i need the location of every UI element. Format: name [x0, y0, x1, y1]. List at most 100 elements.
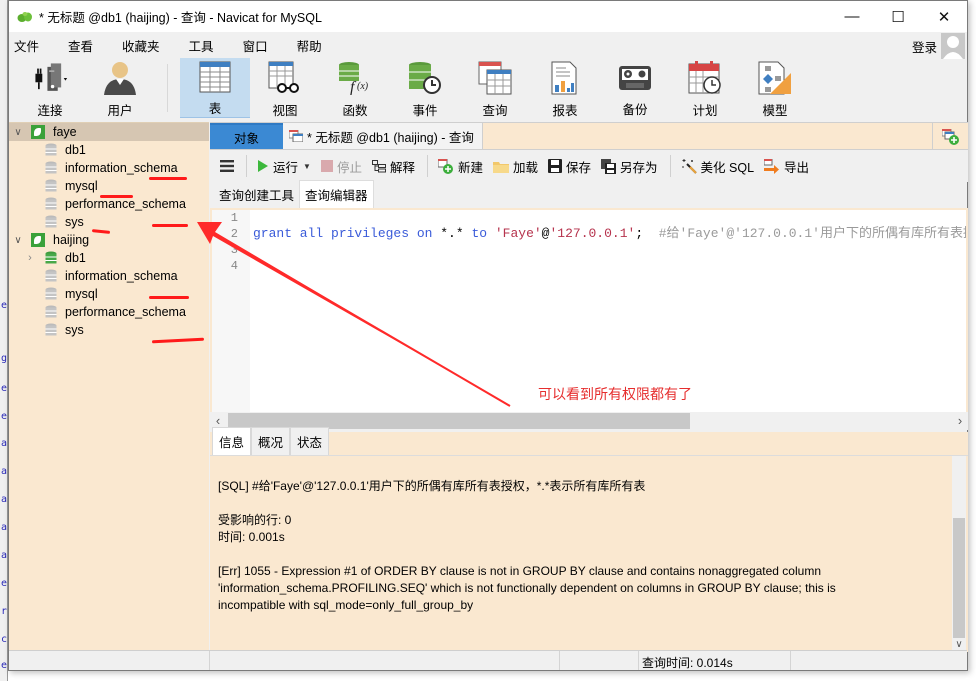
menu-window[interactable]: 窗口	[237, 36, 281, 55]
chevron-right-icon[interactable]: ›	[23, 252, 37, 264]
connection-name: haijing	[53, 233, 90, 247]
user-button[interactable]: 用户	[85, 58, 155, 118]
toolbar-separator	[426, 155, 428, 177]
run-button[interactable]: 运行 ▼	[257, 157, 311, 176]
scroll-left-icon[interactable]: ‹	[211, 413, 225, 428]
new-query-icon	[941, 128, 959, 145]
code-area[interactable]: grant all privileges on *.* to 'Faye'@'1…	[253, 210, 966, 274]
save-button[interactable]: 保存	[548, 157, 591, 176]
menu-file[interactable]: 文件	[9, 36, 52, 55]
message-error: [Err] 1055 - Expression #1 of ORDER BY c…	[218, 564, 821, 578]
table-button[interactable]: 表	[180, 58, 250, 118]
table-icon	[199, 61, 231, 93]
sql-keyword: to	[463, 226, 495, 241]
tab-query[interactable]: * 无标题 @db1 (haijing) - 查询	[283, 123, 483, 149]
explain-button[interactable]: 解释	[371, 157, 415, 176]
annotation-note: 可以看到所有权限都有了	[538, 386, 692, 402]
chevron-down-icon[interactable]: ∨	[11, 127, 25, 138]
query-label: 查询	[482, 104, 508, 118]
function-button[interactable]: f (x) 函数	[320, 58, 390, 118]
user-label: 用户	[107, 104, 133, 118]
connection-tree: ∨ faye db1 information_schema mysql perf…	[9, 122, 209, 652]
login-link[interactable]: 登录	[912, 37, 937, 56]
tab-query-builder[interactable]: 查询创建工具	[214, 181, 300, 208]
sql-editor[interactable]: 1 2 3 4 grant all privileges on *.* to '…	[212, 210, 966, 412]
svg-text:f: f	[350, 79, 357, 95]
stop-button[interactable]: 停止	[320, 157, 362, 176]
menu-toggle-button[interactable]	[220, 160, 234, 172]
sql-comment: #给'Faye'@'127.0.0.1'用户下的所偶有库所有表授权，*.*表示所…	[658, 226, 966, 241]
database-icon	[45, 215, 57, 228]
connection-name: faye	[53, 125, 77, 139]
backup-label: 备份	[622, 103, 648, 117]
new-label: 新建	[457, 160, 483, 175]
menu-favorites[interactable]: 收藏夹	[116, 36, 173, 55]
tab-status[interactable]: 状态	[290, 427, 330, 455]
close-button[interactable]: ✕	[921, 1, 967, 32]
minimize-button[interactable]: —	[829, 1, 875, 32]
play-icon	[258, 160, 268, 172]
connection-button[interactable]: 连接	[15, 58, 85, 118]
view-button[interactable]: 视图	[250, 58, 320, 118]
scrollbar-thumb[interactable]	[953, 518, 965, 638]
tab-overview[interactable]: 概况	[251, 427, 291, 455]
background-glyph: a	[1, 466, 8, 477]
table-label: 表	[208, 102, 222, 116]
message-time: 时间: 0.001s	[218, 530, 285, 544]
maximize-button[interactable]: ☐	[875, 1, 921, 32]
export-label: 导出	[784, 160, 810, 175]
database-icon	[45, 323, 57, 336]
database-icon	[45, 305, 57, 318]
tree-database[interactable]: information_schema	[9, 267, 209, 285]
new-query-button[interactable]: 新建	[437, 157, 483, 176]
avatar[interactable]	[941, 33, 965, 59]
title-bar: * 无标题 @db1 (haijing) - 查询 - Navicat for …	[9, 1, 967, 32]
tree-database[interactable]: sys	[9, 213, 209, 231]
chevron-down-icon[interactable]: ∨	[11, 235, 25, 246]
background-glyph: a	[1, 522, 8, 533]
tree-connection-faye[interactable]: ∨ faye	[9, 123, 209, 141]
user-icon	[104, 62, 136, 95]
vertical-scrollbar[interactable]: ∨	[952, 456, 966, 652]
tree-database[interactable]: performance_schema	[9, 303, 209, 321]
query-toolbar: 运行 ▼ 停止 解释 新建 加载 保存 另存为 美化 SQL 导出	[210, 150, 968, 182]
tab-objects[interactable]: 对象	[210, 123, 283, 149]
export-button[interactable]: 导出	[764, 157, 809, 176]
load-button[interactable]: 加载	[492, 157, 538, 176]
editor-container: 1 2 3 4 grant all privileges on *.* to '…	[210, 208, 968, 412]
tree-database[interactable]: › db1	[9, 249, 209, 267]
event-button[interactable]: 事件	[390, 58, 460, 118]
query-button[interactable]: 查询	[460, 58, 530, 118]
function-label: 函数	[342, 104, 368, 118]
stop-label: 停止	[336, 160, 362, 175]
export-icon	[764, 158, 780, 174]
sql-keyword: grant all privileges on	[253, 226, 441, 241]
scroll-down-icon[interactable]: ∨	[952, 639, 966, 650]
tree-database[interactable]: mysql	[9, 285, 209, 303]
tab-query-editor[interactable]: 查询编辑器	[299, 180, 374, 208]
menu-tools[interactable]: 工具	[183, 36, 227, 55]
report-button[interactable]: 报表	[530, 58, 600, 118]
save-as-button[interactable]: 另存为	[601, 157, 658, 176]
tab-info[interactable]: 信息	[212, 427, 252, 455]
backup-button[interactable]: 备份	[600, 58, 670, 118]
schedule-button[interactable]: 计划	[670, 58, 740, 118]
beautify-sql-button[interactable]: 美化 SQL	[681, 157, 754, 176]
query-time: 查询时间: 0.014s	[642, 656, 733, 670]
backup-icon	[619, 65, 651, 90]
model-label: 模型	[762, 104, 788, 118]
background-glyph: a	[1, 438, 8, 449]
query-tab-icon	[289, 130, 303, 142]
database-name: performance_schema	[65, 305, 186, 319]
menu-help[interactable]: 帮助	[291, 36, 335, 55]
database-name: information_schema	[65, 269, 178, 283]
new-tab-button[interactable]	[932, 123, 968, 150]
tree-database[interactable]: sys	[9, 321, 209, 339]
scroll-right-icon[interactable]: ›	[953, 413, 967, 428]
message-sql: [SQL] #给'Faye'@'127.0.0.1'用户下的所偶有库所有表授权，…	[218, 479, 646, 493]
tree-database[interactable]: information_schema	[9, 159, 209, 177]
tree-database[interactable]: db1	[9, 141, 209, 159]
caret-down-icon[interactable]: ▼	[303, 162, 311, 171]
menu-view[interactable]: 查看	[62, 36, 106, 55]
model-button[interactable]: 模型	[740, 58, 810, 118]
